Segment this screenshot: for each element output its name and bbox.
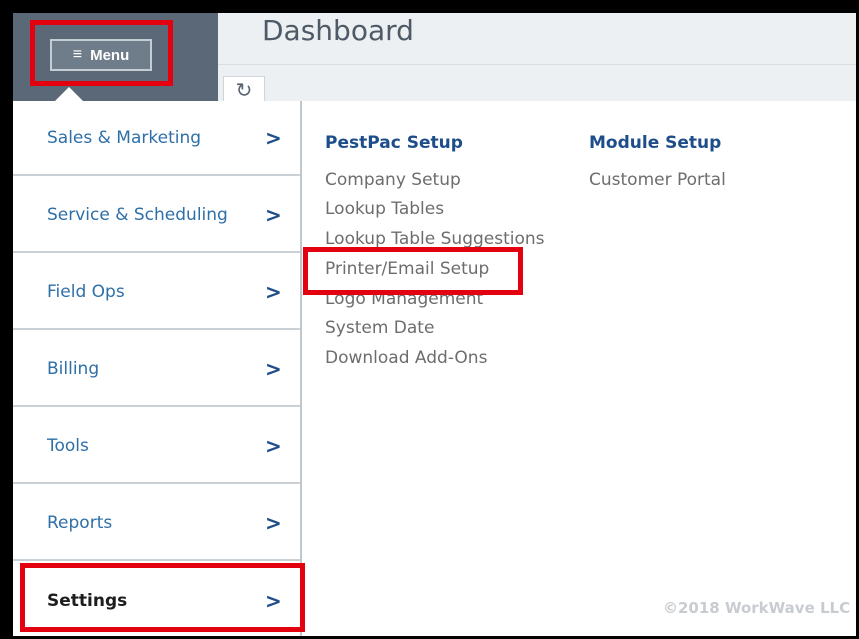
- link-company-setup[interactable]: Company Setup: [325, 170, 461, 190]
- sidebar-nav: Sales & Marketing > Service & Scheduling…: [13, 101, 302, 636]
- link-lookup-tables[interactable]: Lookup Tables: [325, 199, 444, 219]
- refresh-button[interactable]: ↻: [223, 76, 265, 102]
- pestpac-setup-heading: PestPac Setup: [325, 133, 463, 153]
- module-setup-heading: Module Setup: [589, 133, 722, 153]
- sidebar-item-sales-marketing[interactable]: Sales & Marketing >: [13, 101, 300, 176]
- sidebar-item-field-ops[interactable]: Field Ops >: [13, 255, 300, 330]
- link-lookup-table-suggestions[interactable]: Lookup Table Suggestions: [325, 229, 545, 249]
- link-download-add-ons[interactable]: Download Add-Ons: [325, 348, 487, 368]
- highlight-box-printer-email: [303, 247, 523, 295]
- sidebar-item-label: Service & Scheduling: [47, 204, 228, 225]
- header-divider: [218, 64, 856, 65]
- sidebar-item-label: Field Ops: [47, 281, 125, 302]
- refresh-icon: ↻: [235, 78, 253, 102]
- link-system-date[interactable]: System Date: [325, 318, 434, 338]
- sidebar-item-tools[interactable]: Tools >: [13, 409, 300, 484]
- sidebar-item-billing[interactable]: Billing >: [13, 332, 300, 407]
- chevron-right-icon: >: [265, 356, 282, 381]
- sidebar-item-label: Billing: [47, 358, 100, 379]
- sidebar-item-reports[interactable]: Reports >: [13, 486, 300, 561]
- chevron-right-icon: >: [265, 125, 282, 150]
- highlight-box-settings: [20, 563, 305, 632]
- menu-caret-pointer: [55, 87, 83, 101]
- sidebar-item-label: Sales & Marketing: [47, 127, 202, 148]
- sidebar-item-label: Tools: [47, 435, 89, 456]
- page-title: Dashboard: [262, 14, 414, 47]
- chevron-right-icon: >: [265, 433, 282, 458]
- sidebar-item-service-scheduling[interactable]: Service & Scheduling >: [13, 178, 300, 253]
- chevron-right-icon: >: [265, 279, 282, 304]
- chevron-right-icon: >: [265, 510, 282, 535]
- highlight-box-menu: [30, 20, 173, 86]
- sidebar-item-label: Reports: [47, 512, 113, 533]
- link-customer-portal[interactable]: Customer Portal: [589, 170, 726, 190]
- chevron-right-icon: >: [265, 202, 282, 227]
- copyright-text: ©2018 WorkWave LLC: [663, 599, 851, 617]
